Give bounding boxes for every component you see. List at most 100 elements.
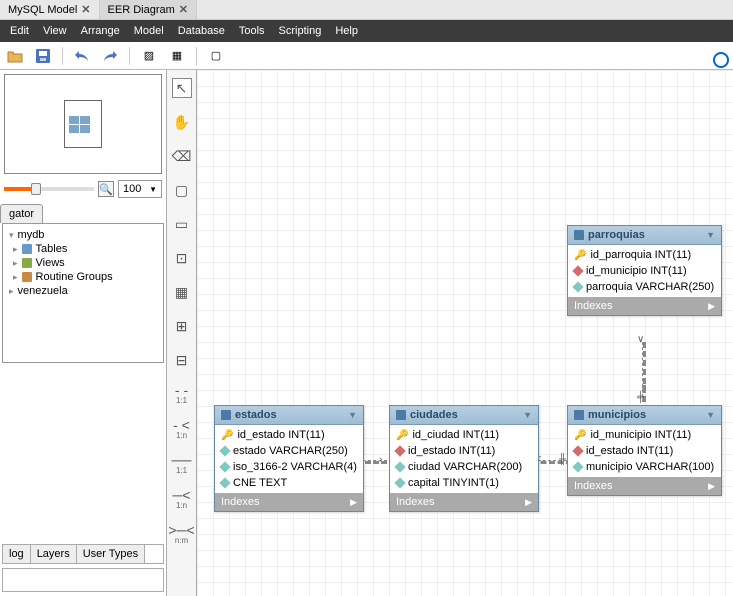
entity-column[interactable]: id_estado INT(11) [390, 443, 538, 459]
entity-header[interactable]: parroquias ▼ [568, 226, 721, 245]
table-tool-icon[interactable]: ▦ [172, 282, 192, 302]
entity-column[interactable]: 🔑id_ciudad INT(11) [390, 427, 538, 443]
left-panel: 🔍 100 ▼ gator ▾ mydb ▸ Tables ▸ Views [0, 70, 167, 596]
menu-arrange[interactable]: Arrange [81, 25, 120, 37]
entity-footer[interactable]: Indexes▶ [215, 493, 363, 511]
fk-icon [572, 445, 583, 456]
tab-mysql-model[interactable]: MySQL Model ✕ [0, 0, 100, 19]
key-icon: 🔑 [221, 430, 233, 441]
column-icon [219, 445, 230, 456]
hand-tool-icon[interactable]: ✋ [172, 112, 192, 132]
entity-column[interactable]: 🔑id_municipio INT(11) [568, 427, 721, 443]
note-tool-icon[interactable]: ▭ [172, 214, 192, 234]
search-icon[interactable] [713, 52, 729, 68]
diagram-overview[interactable] [4, 74, 162, 174]
tree-views[interactable]: ▸ Views [7, 256, 159, 270]
tree-tables[interactable]: ▸ Tables [7, 242, 159, 256]
entity-column[interactable]: ciudad VARCHAR(200) [390, 459, 538, 475]
routine-tool-icon[interactable]: ⊟ [172, 350, 192, 370]
entity-column[interactable]: 🔑id_parroquia INT(11) [568, 247, 721, 263]
rel-1-1-id-icon[interactable]: ── [172, 454, 192, 466]
main-toolbar: ▨ ▦ ▢ [0, 42, 733, 70]
zoom-fit-icon[interactable]: 🔍 [98, 181, 114, 197]
expand-icon: ▸ [13, 258, 18, 269]
rel-1-1-nonid-icon[interactable]: - - [172, 384, 192, 396]
diagram-canvas[interactable]: ╫ › -< ╫ ∨ ╪ parroquias ▼ 🔑id_parroquia … [197, 70, 733, 596]
entity-name: ciudades [410, 409, 458, 421]
collapse-icon[interactable]: ▼ [348, 410, 357, 420]
menu-help[interactable]: Help [335, 25, 358, 37]
layer-tool-icon[interactable]: ▢ [172, 180, 192, 200]
rel-n-m-icon[interactable]: >─< [172, 524, 192, 536]
navigator-tabs: gator [0, 204, 166, 223]
view-tool-icon[interactable]: ⊞ [172, 316, 192, 336]
tab-layers[interactable]: Layers [31, 545, 77, 563]
pointer-tool-icon[interactable]: ↖ [172, 78, 192, 98]
expand-icon: ▶ [708, 301, 715, 312]
entity-column[interactable]: id_estado INT(11) [568, 443, 721, 459]
menu-tools[interactable]: Tools [239, 25, 265, 37]
menu-edit[interactable]: Edit [10, 25, 29, 37]
collapse-icon[interactable]: ▼ [523, 410, 532, 420]
entity-header[interactable]: municipios ▼ [568, 406, 721, 425]
entity-footer[interactable]: Indexes▶ [390, 493, 538, 511]
bottom-tabs: log Layers User Types [2, 544, 164, 564]
align-icon[interactable]: ▦ [168, 47, 186, 65]
entity-header[interactable]: estados ▼ [215, 406, 363, 425]
entity-column[interactable]: parroquia VARCHAR(250) [568, 279, 721, 295]
tree-database[interactable]: ▾ mydb [7, 228, 159, 242]
entity-ciudades[interactable]: ciudades ▼ 🔑id_ciudad INT(11) id_estado … [389, 405, 539, 512]
table-icon [396, 410, 406, 420]
entity-footer[interactable]: Indexes▶ [568, 297, 721, 315]
close-icon[interactable]: ✕ [81, 3, 90, 16]
tree-routine-groups[interactable]: ▸ Routine Groups [7, 270, 159, 284]
zoom-thumb[interactable] [31, 183, 41, 195]
entity-header[interactable]: ciudades ▼ [390, 406, 538, 425]
rel-1-n-id-icon[interactable]: ─< [172, 489, 192, 501]
menu-model[interactable]: Model [134, 25, 164, 37]
column-icon [394, 461, 405, 472]
column-text: id_estado INT(11) [408, 445, 495, 457]
close-icon[interactable]: ✕ [179, 3, 188, 16]
entity-column[interactable]: iso_3166-2 VARCHAR(4) [215, 459, 363, 475]
entity-parroquias[interactable]: parroquias ▼ 🔑id_parroquia INT(11) id_mu… [567, 225, 722, 316]
collapse-icon[interactable]: ▼ [706, 410, 715, 420]
entity-column[interactable]: id_municipio INT(11) [568, 263, 721, 279]
entity-columns: 🔑id_municipio INT(11) id_estado INT(11) … [568, 425, 721, 477]
tab-log[interactable]: log [3, 545, 31, 563]
entity-column[interactable]: CNE TEXT [215, 475, 363, 491]
eraser-tool-icon[interactable]: ⌫ [172, 146, 192, 166]
save-icon[interactable] [34, 47, 52, 65]
entity-estados[interactable]: estados ▼ 🔑id_estado INT(11) estado VARC… [214, 405, 364, 512]
zoom-slider[interactable] [4, 187, 94, 191]
image-tool-icon[interactable]: ⊡ [172, 248, 192, 268]
tab-label: MySQL Model [8, 4, 77, 16]
entity-column[interactable]: 🔑id_estado INT(11) [215, 427, 363, 443]
tool-rail: ↖ ✋ ⌫ ▢ ▭ ⊡ ▦ ⊞ ⊟ - -1:1 - <1:n ──1:1 ─<… [167, 70, 197, 596]
entity-footer[interactable]: Indexes▶ [568, 477, 721, 495]
tab-user-types[interactable]: User Types [77, 545, 145, 563]
grid-toggle-icon[interactable]: ▨ [140, 47, 158, 65]
open-icon[interactable] [6, 47, 24, 65]
crowfoot-icon: › [379, 454, 382, 465]
collapse-icon[interactable]: ▼ [706, 230, 715, 240]
entity-column[interactable]: municipio VARCHAR(100) [568, 459, 721, 475]
entity-municipios[interactable]: municipios ▼ 🔑id_municipio INT(11) id_es… [567, 405, 722, 496]
tab-eer-diagram[interactable]: EER Diagram ✕ [100, 0, 197, 19]
undo-icon[interactable] [73, 47, 91, 65]
redo-icon[interactable] [101, 47, 119, 65]
column-text: ciudad VARCHAR(200) [408, 461, 522, 473]
routine-icon [22, 272, 32, 282]
menu-database[interactable]: Database [178, 25, 225, 37]
tree-label: Tables [36, 243, 68, 255]
tab-navigator[interactable]: gator [0, 204, 43, 223]
zoom-value-input[interactable]: 100 ▼ [118, 180, 162, 198]
menu-view[interactable]: View [43, 25, 67, 37]
note-icon[interactable]: ▢ [207, 47, 225, 65]
menu-scripting[interactable]: Scripting [279, 25, 322, 37]
dropdown-icon[interactable]: ▼ [149, 185, 157, 194]
tree-database[interactable]: ▸ venezuela [7, 284, 159, 298]
rel-1-n-nonid-icon[interactable]: - < [172, 419, 192, 431]
entity-column[interactable]: capital TINYINT(1) [390, 475, 538, 491]
entity-column[interactable]: estado VARCHAR(250) [215, 443, 363, 459]
